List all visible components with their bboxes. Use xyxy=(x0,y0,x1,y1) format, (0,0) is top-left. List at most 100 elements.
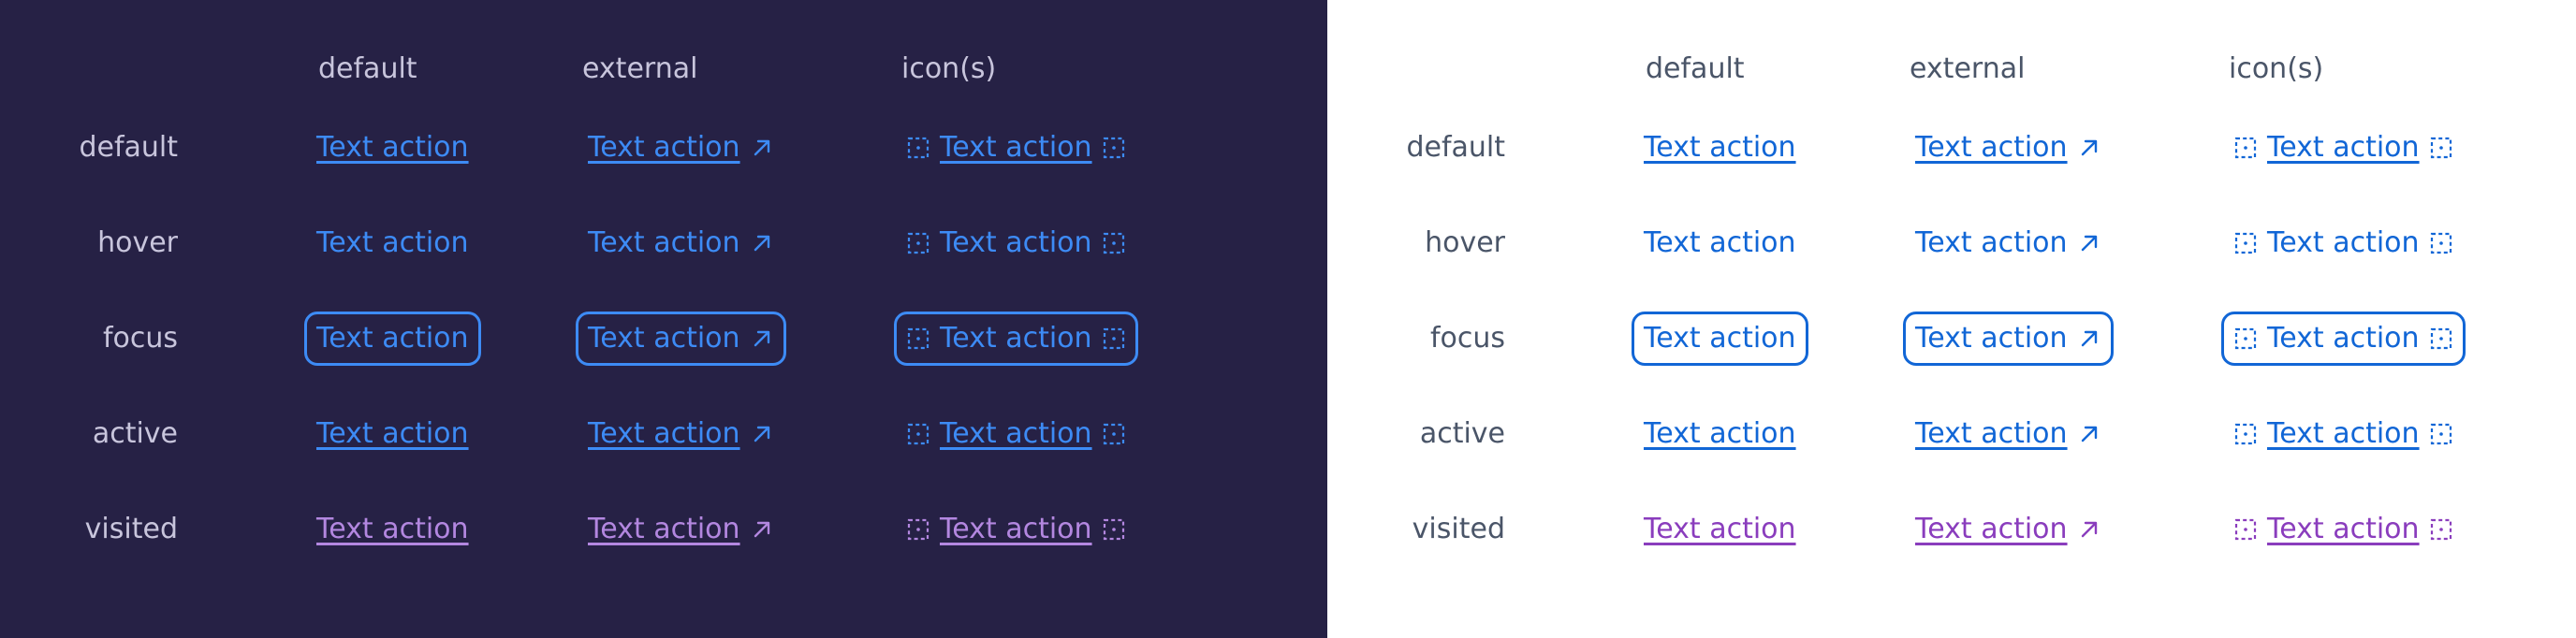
light-theme-panel: default external icon(s) default Text action… xyxy=(1327,0,2576,638)
light-visited-icons-text-action[interactable]: Text action xyxy=(2221,502,2466,557)
dashed-square-icon xyxy=(2233,231,2258,255)
dark-hover-external-text-action[interactable]: Text action xyxy=(576,216,786,270)
link-text: Text action xyxy=(316,322,469,355)
dark-focus-icons-text-action[interactable]: Text action xyxy=(894,312,1138,366)
dashed-square-icon xyxy=(1102,422,1126,446)
link-text: Text action xyxy=(940,322,1092,355)
dark-hover-icons-text-action[interactable]: Text action xyxy=(894,216,1138,270)
link-text: Text action xyxy=(588,131,740,164)
light-hover-external-text-action[interactable]: Text action xyxy=(1903,216,2114,270)
row-label-default: default xyxy=(79,131,178,164)
light-default-external-text-action[interactable]: Text action xyxy=(1903,121,2114,175)
link-text: Text action xyxy=(940,226,1092,259)
dark-default-icons-text-action[interactable]: Text action xyxy=(894,121,1138,175)
light-hover-default-text-action[interactable]: Text action xyxy=(1632,216,1808,270)
row-label-hover: hover xyxy=(97,226,178,259)
column-header-default: default xyxy=(1646,52,1745,85)
dashed-square-icon xyxy=(1102,517,1126,542)
link-text: Text action xyxy=(1915,226,2068,259)
light-default-icons-text-action[interactable]: Text action xyxy=(2221,121,2466,175)
link-text: Text action xyxy=(1915,322,2068,355)
arrow-up-right-icon xyxy=(750,136,774,160)
column-header-icons: icon(s) xyxy=(2229,52,2324,85)
light-active-default-text-action[interactable]: Text action xyxy=(1632,407,1808,461)
light-visited-external-text-action[interactable]: Text action xyxy=(1903,502,2114,557)
dashed-square-icon xyxy=(906,326,930,351)
column-header-icons: icon(s) xyxy=(901,52,997,85)
arrow-up-right-icon xyxy=(750,422,774,446)
link-text: Text action xyxy=(940,131,1092,164)
link-text: Text action xyxy=(588,417,740,450)
link-text: Text action xyxy=(1644,322,1796,355)
dark-default-default-text-action[interactable]: Text action xyxy=(304,121,481,175)
light-active-external-text-action[interactable]: Text action xyxy=(1903,407,2114,461)
dark-focus-external-text-action[interactable]: Text action xyxy=(576,312,786,366)
arrow-up-right-icon xyxy=(750,517,774,542)
dark-active-external-text-action[interactable]: Text action xyxy=(576,407,786,461)
dashed-square-icon xyxy=(1102,326,1126,351)
dark-visited-default-text-action[interactable]: Text action xyxy=(304,502,481,557)
dark-hover-default-text-action[interactable]: Text action xyxy=(304,216,481,270)
dashed-square-icon xyxy=(906,422,930,446)
column-header-default: default xyxy=(318,52,417,85)
link-text: Text action xyxy=(1915,513,2068,545)
link-text: Text action xyxy=(940,513,1092,545)
light-focus-external-text-action[interactable]: Text action xyxy=(1903,312,2114,366)
dashed-square-icon xyxy=(2429,326,2453,351)
link-text: Text action xyxy=(2267,131,2420,164)
dashed-square-icon xyxy=(2429,422,2453,446)
light-default-default-text-action[interactable]: Text action xyxy=(1632,121,1808,175)
dashed-square-icon xyxy=(2429,517,2453,542)
link-text: Text action xyxy=(2267,226,2420,259)
link-text: Text action xyxy=(2267,417,2420,450)
column-header-external: external xyxy=(1910,52,2026,85)
arrow-up-right-icon xyxy=(2077,517,2101,542)
link-text: Text action xyxy=(1644,131,1796,164)
dashed-square-icon xyxy=(2233,326,2258,351)
dark-default-external-text-action[interactable]: Text action xyxy=(576,121,786,175)
link-text: Text action xyxy=(1915,417,2068,450)
light-active-icons-text-action[interactable]: Text action xyxy=(2221,407,2466,461)
dark-active-default-text-action[interactable]: Text action xyxy=(304,407,481,461)
dashed-square-icon xyxy=(906,231,930,255)
row-label-default: default xyxy=(1406,131,1505,164)
dashed-square-icon xyxy=(1102,231,1126,255)
link-text: Text action xyxy=(316,513,469,545)
dark-visited-icons-text-action[interactable]: Text action xyxy=(894,502,1138,557)
link-text: Text action xyxy=(316,131,469,164)
row-label-hover: hover xyxy=(1425,226,1505,259)
dark-theme-panel: default external icon(s) default Text action… xyxy=(0,0,1327,638)
row-label-active: active xyxy=(1419,417,1505,450)
dashed-square-icon xyxy=(2429,136,2453,160)
dashed-square-icon xyxy=(2233,422,2258,446)
arrow-up-right-icon xyxy=(2077,136,2101,160)
row-label-visited: visited xyxy=(84,513,178,545)
arrow-up-right-icon xyxy=(2077,422,2101,446)
link-text: Text action xyxy=(588,513,740,545)
link-text: Text action xyxy=(588,322,740,355)
link-text: Text action xyxy=(1644,417,1796,450)
dashed-square-icon xyxy=(1102,136,1126,160)
dark-visited-external-text-action[interactable]: Text action xyxy=(576,502,786,557)
dark-focus-default-text-action[interactable]: Text action xyxy=(304,312,481,366)
link-text: Text action xyxy=(316,226,469,259)
light-focus-default-text-action[interactable]: Text action xyxy=(1632,312,1808,366)
row-label-visited: visited xyxy=(1412,513,1505,545)
link-text: Text action xyxy=(316,417,469,450)
row-label-focus: focus xyxy=(1429,322,1505,355)
dark-active-icons-text-action[interactable]: Text action xyxy=(894,407,1138,461)
row-label-active: active xyxy=(92,417,178,450)
link-text: Text action xyxy=(940,417,1092,450)
light-visited-default-text-action[interactable]: Text action xyxy=(1632,502,1808,557)
link-text: Text action xyxy=(588,226,740,259)
link-text: Text action xyxy=(2267,513,2420,545)
dashed-square-icon xyxy=(906,517,930,542)
arrow-up-right-icon xyxy=(750,231,774,255)
light-focus-icons-text-action[interactable]: Text action xyxy=(2221,312,2466,366)
dashed-square-icon xyxy=(906,136,930,160)
dashed-square-icon xyxy=(2233,136,2258,160)
link-text: Text action xyxy=(2267,322,2420,355)
dashed-square-icon xyxy=(2233,517,2258,542)
light-hover-icons-text-action[interactable]: Text action xyxy=(2221,216,2466,270)
link-text: Text action xyxy=(1915,131,2068,164)
